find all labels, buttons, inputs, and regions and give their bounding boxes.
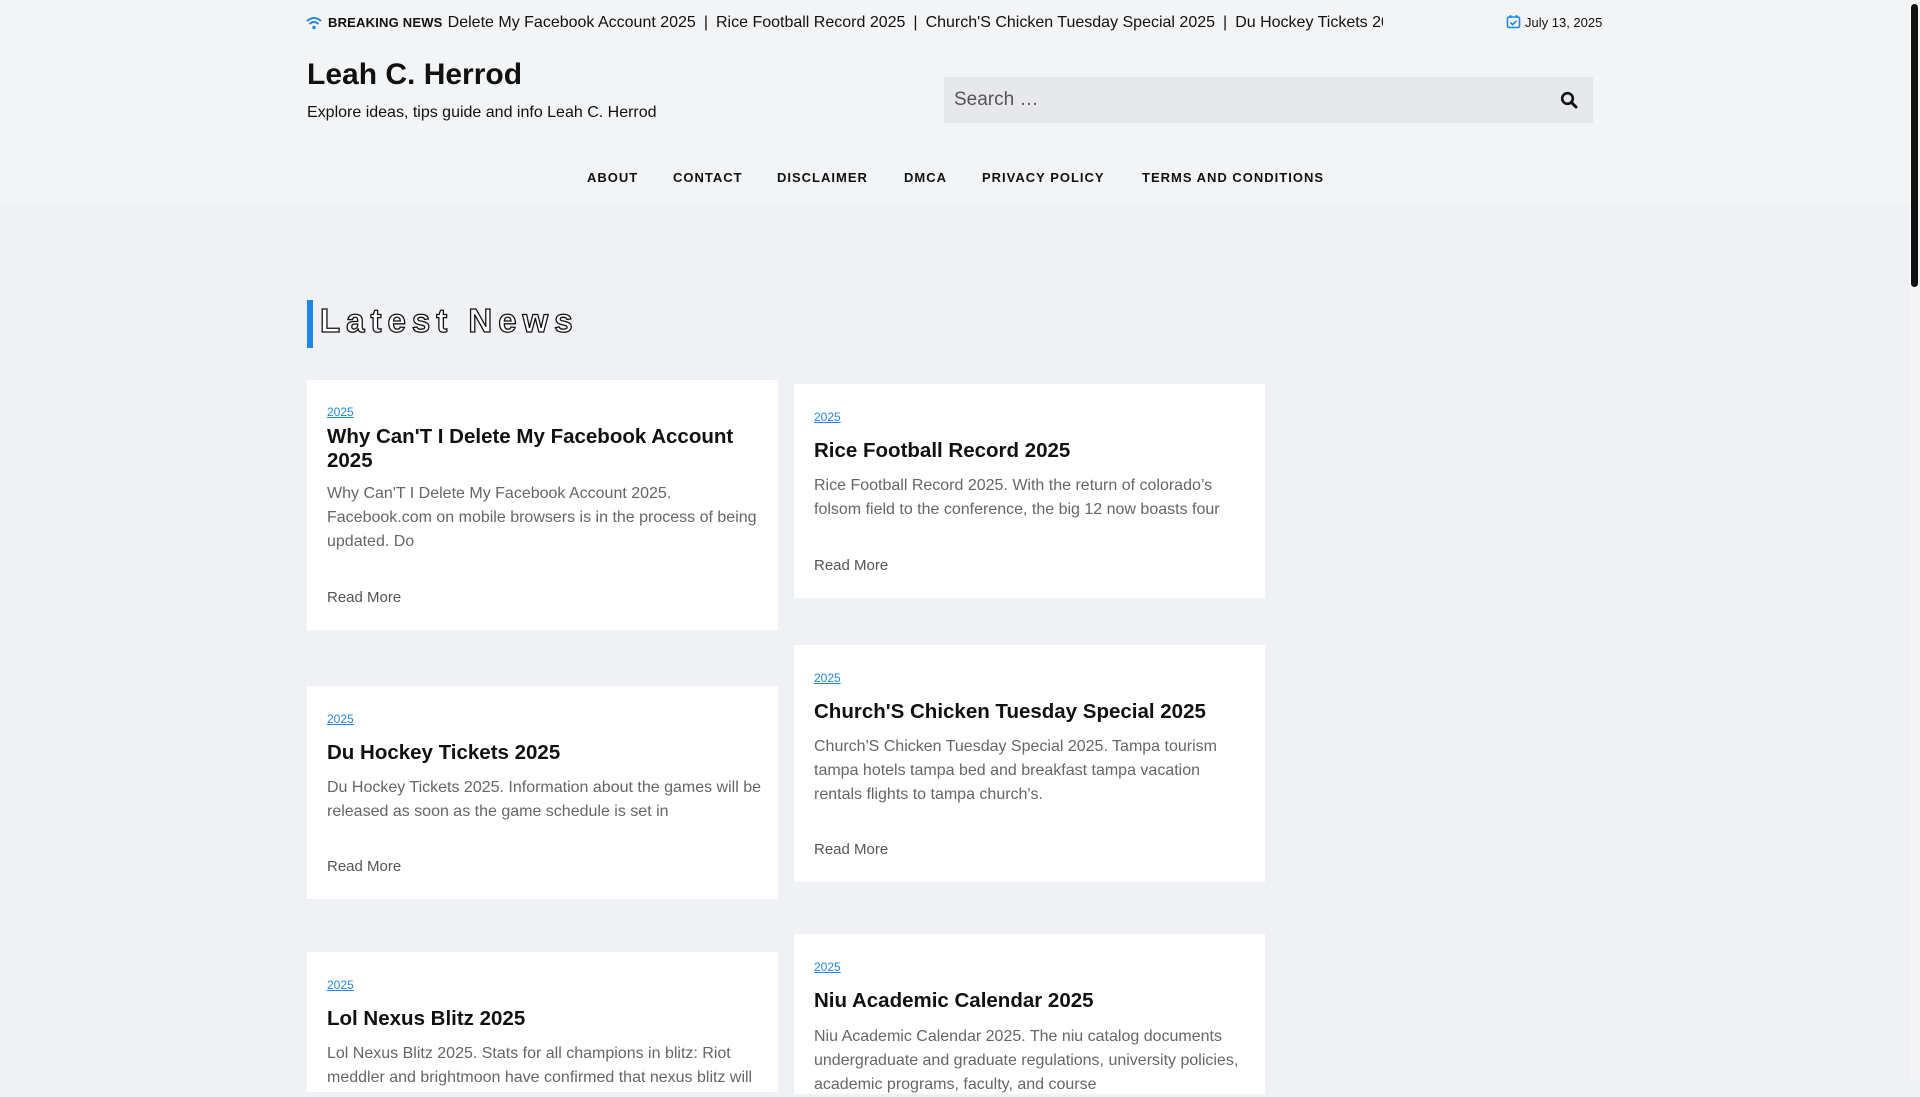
ticker-item[interactable]: Rice Football Record 2025 (716, 14, 905, 31)
post-category[interactable]: 2025 (327, 978, 354, 992)
post-card: 2025 Du Hockey Tickets 2025 Du Hockey Ti… (307, 686, 778, 899)
read-more-link[interactable]: Read More (814, 841, 888, 858)
post-category[interactable]: 2025 (814, 671, 841, 685)
search-button[interactable] (1544, 77, 1593, 123)
post-title[interactable]: Lol Nexus Blitz 2025 (327, 1007, 757, 1031)
ticker-track: Why Can'T I Delete My Facebook Account 2… (448, 14, 1383, 32)
post-category[interactable]: 2025 (327, 405, 354, 419)
page-scrollbar[interactable] (1909, 0, 1920, 1080)
top-bar: BREAKING NEWS Why Can'T I Delete My Face… (0, 0, 1909, 48)
post-card: 2025 Why Can'T I Delete My Facebook Acco… (307, 380, 778, 630)
post-excerpt: Rice Football Record 2025. With the retu… (814, 477, 1220, 518)
post-title[interactable]: Why Can'T I Delete My Facebook Account 2… (327, 425, 757, 473)
post-category[interactable]: 2025 (327, 712, 354, 726)
nav-item-disclaimer[interactable]: DISCLAIMER (777, 170, 868, 185)
site-title[interactable]: Leah C. Herrod (307, 58, 522, 92)
post-title[interactable]: Rice Football Record 2025 (814, 439, 1244, 463)
scrollbar-thumb[interactable] (1911, 4, 1918, 287)
search-input[interactable] (944, 77, 1534, 123)
post-excerpt: Du Hockey Tickets 2025. Information abou… (327, 779, 761, 820)
post-card: 2025 Church'S Chicken Tuesday Special 20… (794, 645, 1265, 882)
main-navigation: ABOUT CONTACT DISCLAIMER DMCA PRIVACY PO… (0, 154, 1909, 204)
post-category[interactable]: 2025 (814, 960, 841, 974)
nav-item-about[interactable]: ABOUT (587, 170, 638, 185)
post-title[interactable]: Du Hockey Tickets 2025 (327, 741, 757, 765)
post-excerpt: Lol Nexus Blitz 2025. Stats for all cham… (327, 1045, 753, 1086)
read-more-link[interactable]: Read More (327, 858, 401, 875)
post-category[interactable]: 2025 (814, 410, 841, 424)
ticker-item[interactable]: Du Hockey Tickets 2025 (1235, 14, 1383, 31)
news-ticker: Why Can'T I Delete My Facebook Account 2… (448, 12, 1383, 36)
ticker-item[interactable]: Why Can'T I Delete My Facebook Account 2… (448, 14, 696, 31)
post-card: 2025 Lol Nexus Blitz 2025 Lol Nexus Blit… (307, 952, 778, 1092)
nav-item-terms-and-conditions[interactable]: TERMS AND CONDITIONS (1142, 170, 1324, 185)
search-form (944, 77, 1593, 123)
ticker-item[interactable]: Church'S Chicken Tuesday Special 2025 (926, 14, 1215, 31)
section-title: Latest News (319, 301, 579, 339)
post-excerpt: Why Can'T I Delete My Facebook Account 2… (327, 485, 757, 550)
site-tagline: Explore ideas, tips guide and info Leah … (307, 104, 657, 121)
post-title[interactable]: Niu Academic Calendar 2025 (814, 989, 1244, 1013)
ticker-separator: | (1223, 14, 1228, 31)
section-title-accent (307, 300, 313, 348)
breaking-news-label: BREAKING NEWS (328, 15, 443, 30)
nav-item-privacy-policy[interactable]: PRIVACY POLICY (982, 170, 1105, 185)
post-card: 2025 Niu Academic Calendar 2025 Niu Acad… (794, 934, 1265, 1094)
post-excerpt: Niu Academic Calendar 2025. The niu cata… (814, 1028, 1239, 1093)
ticker-separator: | (703, 14, 708, 31)
read-more-link[interactable]: Read More (327, 589, 401, 606)
calendar-check-icon (1506, 15, 1521, 29)
read-more-link[interactable]: Read More (814, 557, 888, 574)
current-date: July 13, 2025 (1525, 15, 1603, 30)
post-title[interactable]: Church'S Chicken Tuesday Special 2025 (814, 700, 1244, 724)
post-card: 2025 Rice Football Record 2025 Rice Foot… (794, 384, 1265, 598)
nav-item-contact[interactable]: CONTACT (673, 170, 743, 185)
nav-item-dmca[interactable]: DMCA (904, 170, 947, 185)
wifi-icon (306, 17, 322, 30)
ticker-separator: | (913, 14, 918, 31)
search-icon (1560, 91, 1577, 108)
post-excerpt: Church'S Chicken Tuesday Special 2025. T… (814, 738, 1217, 803)
